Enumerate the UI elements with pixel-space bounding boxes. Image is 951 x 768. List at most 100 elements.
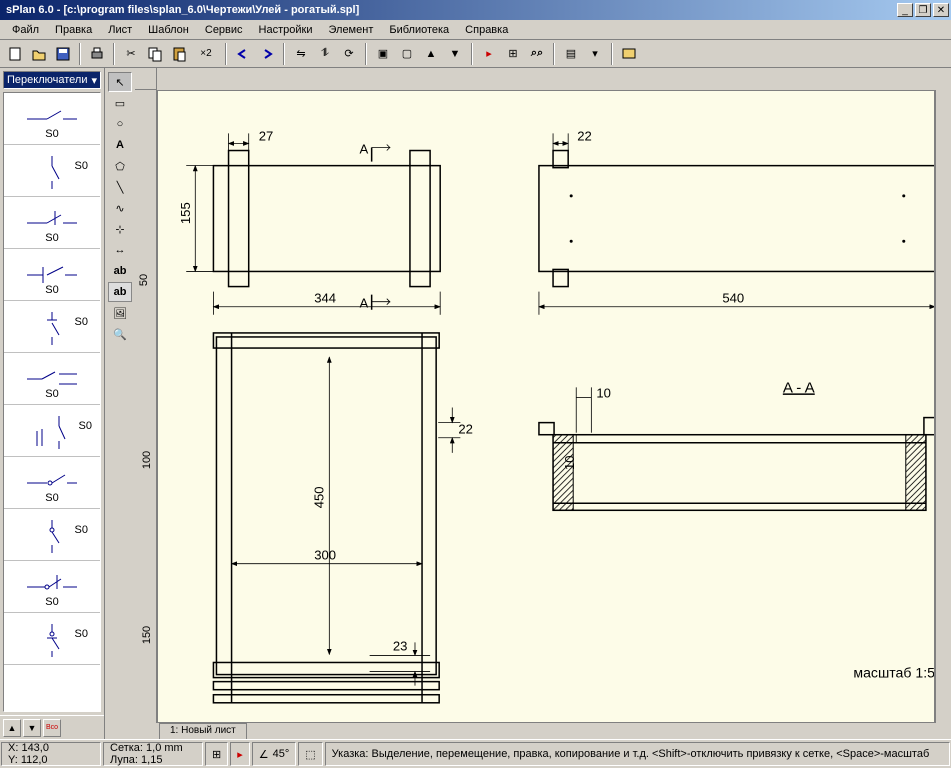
svg-text:A - A: A - A	[783, 379, 816, 396]
mirror-h-icon[interactable]: ⇋	[290, 43, 312, 65]
save-icon[interactable]	[52, 43, 74, 65]
group-icon[interactable]: ▣	[372, 43, 394, 65]
close-button[interactable]: ✕	[933, 3, 949, 17]
status-bar: X: 143,0Y: 112,0 Сетка: 1,0 mmЛупа: 1,15…	[0, 739, 951, 768]
layers-icon[interactable]: ▤	[560, 43, 582, 65]
component-item[interactable]: S0	[4, 613, 100, 665]
component-item[interactable]: S0	[4, 353, 100, 405]
svg-text:17: 17	[932, 443, 934, 458]
menu-bar: Файл Правка Лист Шаблон Сервис Настройки…	[0, 20, 951, 40]
svg-text:масштаб 1:5: масштаб 1:5	[853, 665, 934, 681]
node-tool-icon[interactable]: ⊹	[108, 219, 132, 239]
drawing-canvas[interactable]: 27 155 344 A A 22 540 450 300 22 23 A - …	[157, 90, 935, 723]
mirror-v-icon[interactable]: ⥮	[314, 43, 336, 65]
vertical-scrollbar[interactable]	[935, 90, 951, 723]
window-title: sPlan 6.0 - [c:\program files\splan_6.0\…	[2, 4, 895, 16]
line-tool-icon[interactable]: ╲	[108, 177, 132, 197]
component-item[interactable]: S0	[4, 301, 100, 353]
find-icon[interactable]: ⌕⌕	[526, 43, 548, 65]
svg-text:300: 300	[314, 548, 336, 563]
svg-text:22: 22	[577, 128, 592, 143]
svg-text:450: 450	[311, 486, 326, 508]
lib-edit-icon[interactable]: Вco	[43, 719, 61, 737]
status-angle[interactable]: ∠ 45°	[252, 742, 297, 766]
svg-text:155: 155	[178, 202, 193, 224]
component-item[interactable]: S0	[4, 249, 100, 301]
filled-tool-icon[interactable]: A	[108, 135, 132, 155]
svg-text:23: 23	[393, 638, 408, 653]
component-item[interactable]: S0	[4, 145, 100, 197]
menu-service[interactable]: Сервис	[197, 22, 251, 38]
menu-edit[interactable]: Правка	[47, 22, 100, 38]
menu-settings[interactable]: Настройки	[251, 22, 321, 38]
menu-help[interactable]: Справка	[457, 22, 516, 38]
circle-tool-icon[interactable]: ○	[108, 114, 132, 134]
component-item[interactable]: S0	[4, 405, 100, 457]
status-grid-icon[interactable]: ⊞	[205, 742, 228, 766]
bezier-tool-icon[interactable]: ∿	[108, 198, 132, 218]
status-grid-zoom: Сетка: 1,0 mmЛупа: 1,15	[103, 742, 203, 766]
cut-icon[interactable]: ✂	[120, 43, 142, 65]
sheet-tab[interactable]: 1: Новый лист	[159, 723, 247, 739]
tool-palette: ↖ ▭ ○ A ⬠ ╲ ∿ ⊹ ↔ ab ab 🖼 🔍	[105, 68, 135, 739]
poly-tool-icon[interactable]: ⬠	[108, 156, 132, 176]
vertical-ruler: 50 100 150	[135, 90, 157, 723]
print-icon[interactable]	[86, 43, 108, 65]
svg-text:22: 22	[458, 422, 473, 437]
ruler-corner	[135, 68, 157, 90]
svg-text:A: A	[360, 142, 369, 157]
library-selector[interactable]: Переключатели▾	[3, 71, 101, 89]
library-panel: Переключатели▾ S0 S0 S0 S0 S0 S0 S0 S0 S…	[0, 68, 105, 739]
new-icon[interactable]	[4, 43, 26, 65]
status-hint: Указка: Выделение, перемещение, правка, …	[325, 742, 950, 766]
rotate-icon[interactable]: ⟳	[338, 43, 360, 65]
menu-element[interactable]: Элемент	[320, 22, 381, 38]
duplicate-icon[interactable]: ×2	[192, 43, 220, 65]
preview-icon[interactable]	[618, 43, 640, 65]
svg-text:10: 10	[562, 455, 577, 470]
menu-sheet[interactable]: Лист	[100, 22, 140, 38]
minimize-button[interactable]: _	[897, 3, 913, 17]
component-item[interactable]: S0	[4, 197, 100, 249]
svg-text:10: 10	[596, 385, 611, 400]
copy-icon[interactable]	[144, 43, 166, 65]
open-icon[interactable]	[28, 43, 50, 65]
menu-library[interactable]: Библиотека	[381, 22, 457, 38]
front-icon[interactable]: ▲	[420, 43, 442, 65]
status-coords: X: 143,0Y: 112,0	[1, 742, 101, 766]
lib-up-icon[interactable]: ▲	[3, 719, 21, 737]
svg-text:344: 344	[314, 291, 336, 306]
paste-icon[interactable]	[168, 43, 190, 65]
text-tool-icon[interactable]: ab	[108, 261, 132, 281]
library-toolbar: ▲ ▼ Вco	[0, 715, 104, 739]
status-snap-icon[interactable]: ▸	[230, 742, 250, 766]
redo-icon[interactable]	[256, 43, 278, 65]
image-tool-icon[interactable]: 🖼	[108, 303, 132, 323]
select-tool-icon[interactable]: ↖	[108, 72, 132, 92]
svg-text:A: A	[360, 296, 369, 311]
component-item[interactable]: S0	[4, 509, 100, 561]
horizontal-scrollbar[interactable]	[247, 723, 951, 739]
ungroup-icon[interactable]: ▢	[396, 43, 418, 65]
menu-file[interactable]: Файл	[4, 22, 47, 38]
main-toolbar: ✂ ×2 ⇋ ⥮ ⟳ ▣ ▢ ▲ ▼ ▸ ⊞ ⌕⌕ ▤ ▾	[0, 40, 951, 68]
zoom-tool-icon[interactable]: 🔍	[108, 324, 132, 344]
status-tool-icon[interactable]: ⬚	[298, 742, 322, 766]
snap-icon[interactable]: ▸	[478, 43, 500, 65]
rect-tool-icon[interactable]: ▭	[108, 93, 132, 113]
back-icon[interactable]: ▼	[444, 43, 466, 65]
svg-text:540: 540	[722, 291, 744, 306]
grid-icon[interactable]: ⊞	[502, 43, 524, 65]
dropdown-icon[interactable]: ▾	[584, 43, 606, 65]
label-tool-icon[interactable]: ab	[108, 282, 132, 302]
title-bar: sPlan 6.0 - [c:\program files\splan_6.0\…	[0, 0, 951, 20]
component-item[interactable]: S0	[4, 457, 100, 509]
component-item[interactable]: S0	[4, 561, 100, 613]
maximize-button[interactable]: ❐	[915, 3, 931, 17]
undo-icon[interactable]	[232, 43, 254, 65]
component-item[interactable]: S0	[4, 93, 100, 145]
lib-down-icon[interactable]: ▼	[23, 719, 41, 737]
component-list[interactable]: S0 S0 S0 S0 S0 S0 S0 S0 S0 S0 S0	[3, 92, 101, 712]
dimension-tool-icon[interactable]: ↔	[108, 240, 132, 260]
menu-template[interactable]: Шаблон	[140, 22, 197, 38]
